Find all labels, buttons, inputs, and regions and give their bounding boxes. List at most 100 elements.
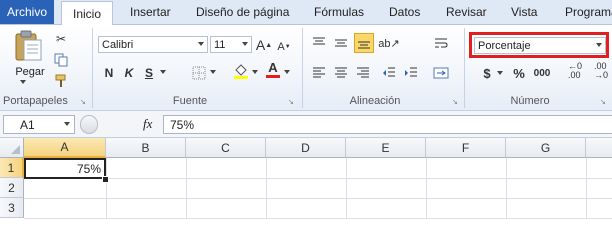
tab-developer[interactable]: Programa xyxy=(565,0,612,24)
wrap-text-button[interactable] xyxy=(432,34,450,52)
column-header-g[interactable]: G xyxy=(506,138,586,158)
select-all-triangle-icon xyxy=(11,145,20,154)
percent-style-button[interactable]: % xyxy=(510,64,528,82)
scissors-icon: ✂ xyxy=(55,32,67,46)
alignment-launcher-icon[interactable]: ↘ xyxy=(452,98,458,106)
column-header-partial[interactable] xyxy=(586,138,612,158)
underline-button[interactable]: S xyxy=(140,64,158,82)
cell-a1[interactable]: 75% xyxy=(24,158,106,179)
decrease-decimal-button[interactable]: .00 →0 xyxy=(590,62,612,80)
accounting-format-button[interactable]: $ xyxy=(478,64,496,82)
comma-style-button[interactable]: 000 xyxy=(530,64,554,82)
font-launcher-icon[interactable]: ↘ xyxy=(288,98,294,106)
align-middle-button[interactable] xyxy=(332,34,350,52)
copy-icon xyxy=(54,53,68,67)
align-top-button[interactable] xyxy=(310,34,328,52)
group-label-clipboard: Portapapeles xyxy=(3,95,68,107)
name-box-dropdown-icon[interactable] xyxy=(64,122,70,126)
align-left-button[interactable] xyxy=(310,64,328,82)
clipboard-launcher-icon[interactable]: ↘ xyxy=(80,98,86,106)
group-label-font: Fuente xyxy=(172,95,208,107)
gridline xyxy=(346,158,347,219)
chevron-down-icon xyxy=(198,42,204,46)
tab-file[interactable]: Archivo xyxy=(0,0,54,24)
tab-review[interactable]: Revisar xyxy=(446,0,487,24)
row-header-1[interactable]: 1 xyxy=(0,158,24,178)
tab-view[interactable]: Vista xyxy=(511,0,537,24)
grow-font-arrow: ▲ xyxy=(265,41,273,49)
decrease-indent-icon xyxy=(383,67,395,77)
fill-color-button[interactable] xyxy=(232,62,250,80)
gridline xyxy=(24,178,612,179)
formula-bar-splitter[interactable] xyxy=(80,115,98,134)
group-separator xyxy=(92,28,93,108)
font-size-value: 11 xyxy=(214,38,226,51)
orientation-button[interactable]: ab↗ xyxy=(378,34,400,52)
align-top-icon xyxy=(313,37,325,45)
font-color-bar xyxy=(266,75,280,78)
copy-button[interactable] xyxy=(52,51,70,69)
italic-button[interactable]: K xyxy=(120,64,138,82)
row-header-3[interactable]: 3 xyxy=(0,198,24,218)
group-label-alignment: Alineación xyxy=(349,95,401,107)
grow-font-button[interactable]: A ▲ xyxy=(255,36,273,54)
font-color-dropdown-caret[interactable] xyxy=(284,70,290,74)
paste-label[interactable]: Pegar xyxy=(14,66,46,78)
fill-handle[interactable] xyxy=(102,176,109,183)
tab-insert[interactable]: Insertar xyxy=(130,0,171,24)
align-center-icon xyxy=(335,67,347,78)
align-bottom-button[interactable] xyxy=(354,33,374,53)
select-all-corner[interactable] xyxy=(0,138,24,158)
column-header-b[interactable]: B xyxy=(106,138,186,158)
tab-home[interactable]: Inicio xyxy=(61,1,114,26)
cell-a1-value: 75% xyxy=(76,161,101,176)
increase-decimal-button[interactable]: ←0.00 xyxy=(564,62,586,80)
tab-data[interactable]: Datos xyxy=(389,0,420,24)
borders-icon xyxy=(192,66,206,80)
shrink-font-icon: A xyxy=(277,41,285,53)
shrink-font-button[interactable]: A ▼ xyxy=(275,38,293,56)
column-header-e[interactable]: E xyxy=(346,138,426,158)
increase-indent-button[interactable] xyxy=(402,64,420,82)
cut-button[interactable]: ✂ xyxy=(52,30,70,48)
align-right-button[interactable] xyxy=(354,64,372,82)
decrease-decimal-icon: .00 →0 xyxy=(593,61,608,80)
gridline xyxy=(186,158,187,219)
bold-button[interactable]: N xyxy=(100,64,118,82)
font-name-combobox[interactable]: Calibri xyxy=(98,36,208,53)
highlight-box xyxy=(469,32,609,58)
column-header-d[interactable]: D xyxy=(266,138,346,158)
tab-page-layout[interactable]: Diseño de página xyxy=(196,0,289,24)
gridline xyxy=(106,158,107,219)
gridline xyxy=(426,158,427,219)
column-header-c[interactable]: C xyxy=(186,138,266,158)
borders-button[interactable] xyxy=(190,64,208,82)
column-header-a[interactable]: A xyxy=(24,138,106,158)
chevron-down-icon xyxy=(242,42,248,46)
font-size-combobox[interactable]: 11 xyxy=(210,36,252,53)
grow-font-icon: A xyxy=(255,37,266,53)
insert-function-button[interactable]: fx xyxy=(143,116,152,132)
group-separator xyxy=(302,28,303,108)
tab-formulas[interactable]: Fórmulas xyxy=(314,0,364,24)
paste-button[interactable] xyxy=(12,30,44,64)
paste-dropdown-caret[interactable] xyxy=(20,80,26,84)
paint-bucket-icon xyxy=(234,64,248,79)
align-center-button[interactable] xyxy=(332,64,350,82)
fill-color-dropdown-caret[interactable] xyxy=(252,70,258,74)
format-painter-button[interactable] xyxy=(52,72,70,90)
borders-dropdown-caret[interactable] xyxy=(210,70,216,74)
underline-dropdown-caret[interactable] xyxy=(160,70,166,74)
merge-center-button[interactable] xyxy=(432,64,450,82)
column-header-f[interactable]: F xyxy=(426,138,506,158)
row-header-2[interactable]: 2 xyxy=(0,178,24,198)
number-launcher-icon[interactable]: ↘ xyxy=(600,98,606,106)
formula-input[interactable]: 75% xyxy=(163,115,612,134)
accounting-dropdown-caret[interactable] xyxy=(497,71,503,75)
gridline xyxy=(586,158,587,219)
font-color-button[interactable]: A xyxy=(264,60,282,78)
decrease-indent-button[interactable] xyxy=(380,64,398,82)
increase-decimal-icon: ←0.00 xyxy=(567,61,582,80)
text-orientation-icon: ab↗ xyxy=(378,37,400,50)
clipboard-icon xyxy=(15,30,42,61)
